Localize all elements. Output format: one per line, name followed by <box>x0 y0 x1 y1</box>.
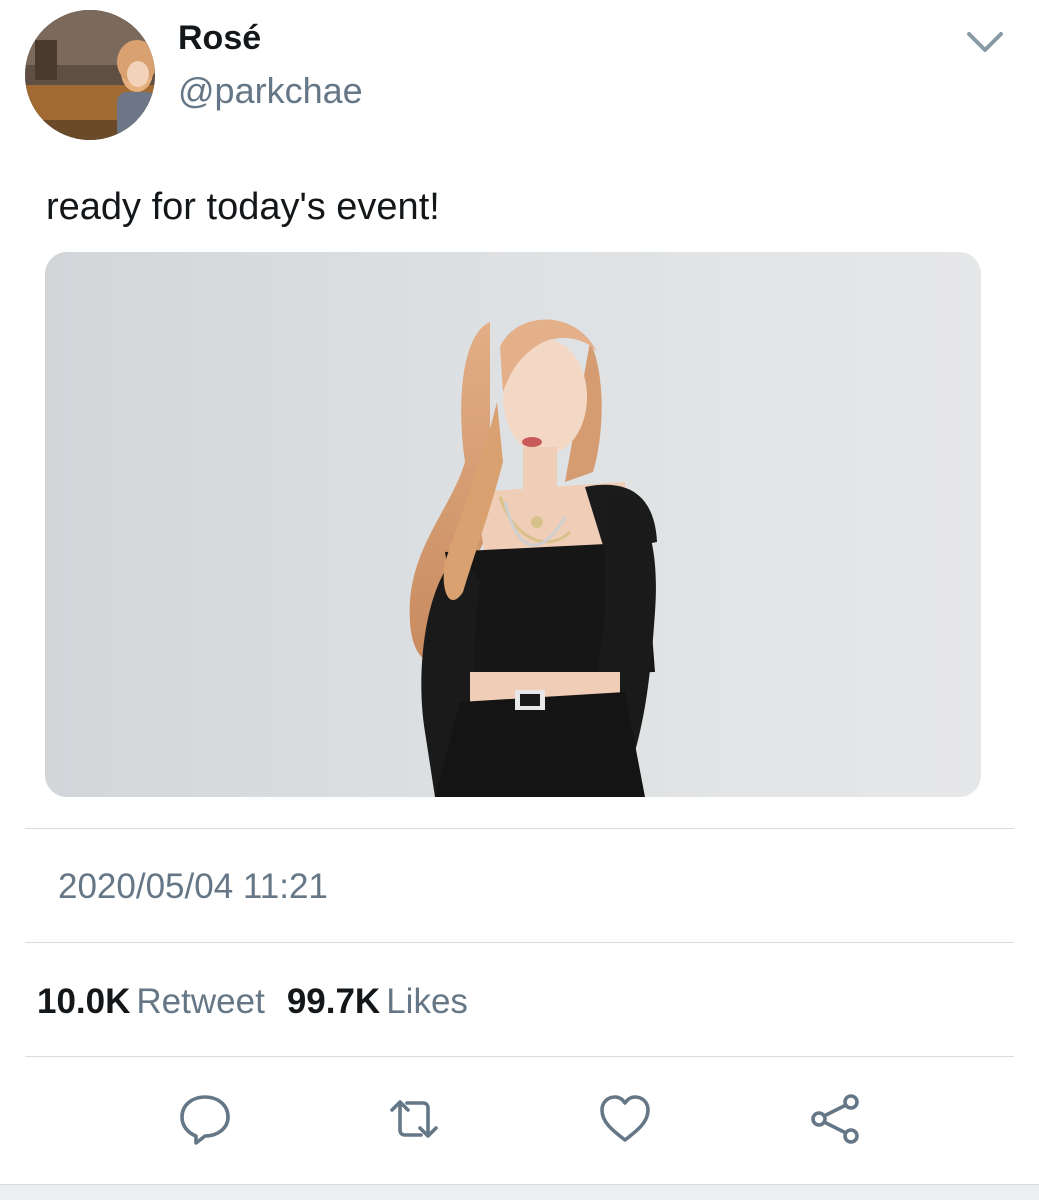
chevron-down-icon[interactable] <box>965 28 1005 56</box>
bottom-edge <box>0 1184 1039 1200</box>
like-count[interactable]: 99.7K <box>287 982 380 1021</box>
divider <box>25 1056 1014 1057</box>
tweet-text: ready for today's event! <box>46 186 440 228</box>
display-name[interactable]: Rosé <box>178 18 261 58</box>
tweet-detail: Rosé @parkchae ready for today's event! <box>0 0 1039 1200</box>
share-icon <box>811 1094 859 1144</box>
retweet-button[interactable] <box>385 1090 443 1148</box>
user-handle[interactable]: @parkchae <box>178 70 363 112</box>
retweet-label[interactable]: Retweet <box>136 982 264 1021</box>
avatar-image <box>25 10 155 140</box>
reply-icon <box>180 1095 230 1145</box>
reply-button[interactable] <box>176 1090 234 1148</box>
retweet-count[interactable]: 10.0K <box>37 982 130 1021</box>
like-button[interactable] <box>596 1090 654 1148</box>
tweet-photo[interactable] <box>45 252 981 797</box>
action-bar <box>0 1090 1039 1150</box>
retweet-icon <box>390 1100 438 1138</box>
tweet-timestamp: 2020/05/04 11:21 <box>58 867 328 906</box>
avatar[interactable] <box>25 10 155 140</box>
share-button[interactable] <box>806 1090 864 1148</box>
heart-icon <box>600 1095 650 1142</box>
like-label[interactable]: Likes <box>386 982 468 1021</box>
divider <box>25 942 1014 943</box>
divider <box>25 828 1014 829</box>
tweet-stats: 10.0K Retweet 99.7K Likes <box>37 980 490 1024</box>
